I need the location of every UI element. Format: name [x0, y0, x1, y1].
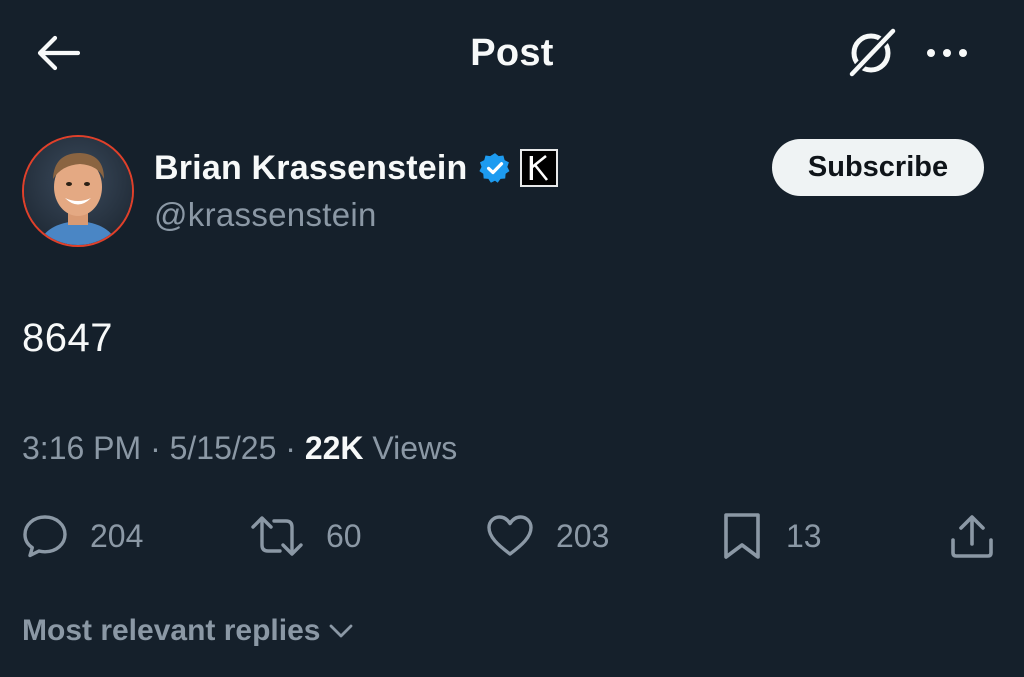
views-label[interactable]: Views [372, 430, 457, 467]
repost-button[interactable]: 60 [250, 508, 362, 564]
post-time[interactable]: 3:16 PM [22, 430, 141, 467]
post-text: 8647 [22, 316, 113, 360]
repost-icon [251, 516, 303, 556]
grok-icon [845, 26, 899, 80]
bookmark-button[interactable]: 13 [720, 508, 822, 564]
author-name-row: Brian Krassenstein [154, 146, 558, 190]
replies-sort-dropdown[interactable]: Most relevant replies [22, 614, 354, 648]
reply-button[interactable]: 204 [22, 508, 143, 564]
subscribe-button[interactable]: Subscribe [772, 139, 984, 196]
meta-separator: · [150, 430, 161, 466]
meta-separator: · [285, 430, 296, 466]
bookmark-count: 13 [786, 517, 822, 554]
avatar-photo [24, 137, 132, 245]
chevron-down-icon [330, 624, 353, 638]
verified-badge-icon[interactable] [478, 151, 512, 185]
post-meta: 3:16 PM · 5/15/25 · 22K Views [22, 430, 457, 467]
like-button[interactable]: 203 [486, 508, 609, 564]
share-button[interactable] [948, 508, 996, 564]
repost-count: 60 [326, 517, 362, 554]
more-horizontal-icon [923, 49, 971, 57]
views-count[interactable]: 22K [305, 430, 364, 467]
replies-sort-label: Most relevant replies [22, 614, 321, 647]
reply-count: 204 [90, 517, 144, 554]
avatar[interactable] [22, 135, 134, 247]
post-date[interactable]: 5/15/25 [170, 430, 277, 467]
reply-icon [23, 515, 67, 558]
like-count: 203 [556, 517, 610, 554]
grok-button[interactable] [840, 24, 904, 82]
heart-icon [487, 515, 533, 556]
author-name[interactable]: Brian Krassenstein [154, 149, 468, 188]
affiliation-badge-icon[interactable] [519, 149, 558, 187]
more-button[interactable] [918, 28, 976, 78]
bookmark-icon [724, 513, 760, 559]
author-handle[interactable]: @krassenstein [154, 196, 377, 234]
share-icon [951, 515, 993, 558]
